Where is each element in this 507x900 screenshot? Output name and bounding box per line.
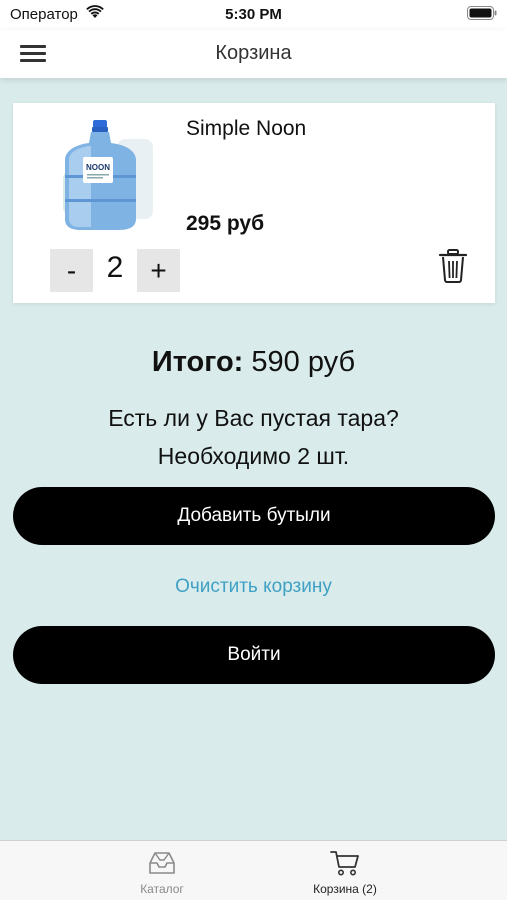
clear-cart-link[interactable]: Очистить корзину [0, 576, 507, 598]
water-bottle-image: NOON [63, 120, 153, 230]
tab-catalog[interactable]: Каталог [102, 841, 222, 900]
tab-cart-label: Корзина (2) [313, 882, 377, 896]
trash-icon[interactable] [438, 249, 468, 283]
decrease-quantity-button[interactable]: - [50, 249, 93, 292]
increase-quantity-button[interactable]: + [137, 249, 180, 292]
empty-bottles-question: Есть ли у Вас пустая тара? [108, 405, 399, 431]
navigation-bar: Корзина [0, 30, 507, 78]
product-price: 295 руб [186, 212, 265, 235]
page-title: Корзина [215, 42, 292, 64]
tab-bar: Каталог Корзина (2) [0, 840, 507, 900]
tab-cart[interactable]: Корзина (2) [285, 841, 405, 900]
login-button[interactable]: Войти [13, 626, 495, 684]
tab-catalog-label: Каталог [140, 882, 184, 896]
battery-icon [467, 6, 497, 20]
product-name: Simple Noon [186, 117, 307, 140]
bottles-needed-text: Необходимо 2 шт. [157, 443, 350, 469]
total-label: Итого: [151, 346, 244, 378]
status-bar: Оператор 5:30 PM [0, 0, 507, 30]
total-line: Итого: 590 руб [0, 346, 507, 379]
total-value: 590 руб [251, 346, 356, 378]
inbox-tray-icon [149, 852, 175, 874]
shopping-cart-icon [330, 851, 359, 876]
bottle-label: NOON [86, 163, 110, 172]
add-bottles-button[interactable]: Добавить бутыли [13, 487, 495, 545]
cart-item-card: NOON Simple Noon 295 руб - 2 + [13, 103, 495, 303]
quantity-value: 2 [106, 251, 124, 284]
status-time: 5:30 PM [225, 6, 282, 23]
